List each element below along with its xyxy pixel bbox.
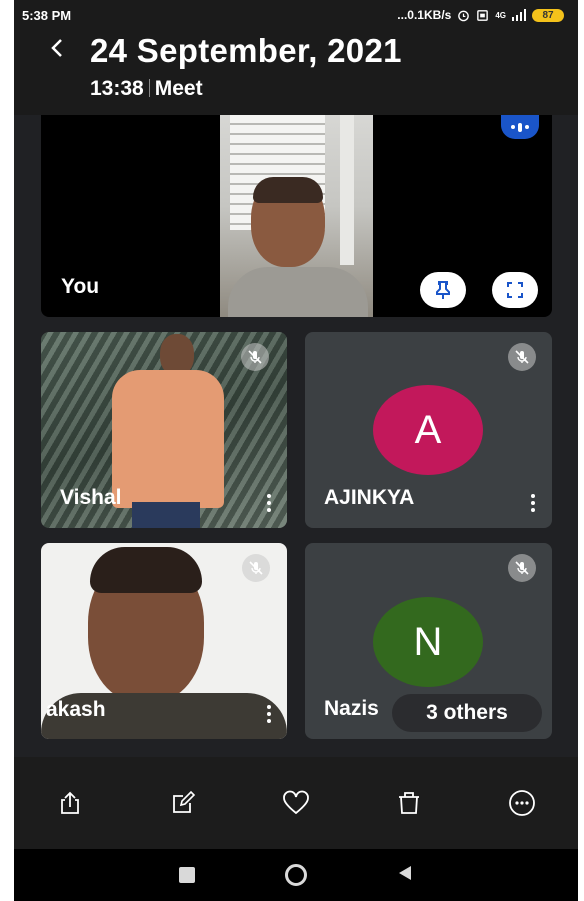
more-options-icon[interactable] bbox=[531, 494, 535, 512]
participant-tile-vishal[interactable]: Vishal bbox=[41, 332, 287, 528]
mic-off-icon bbox=[515, 350, 529, 364]
edit-icon bbox=[173, 790, 196, 813]
person-hair bbox=[253, 177, 323, 203]
nav-back-button[interactable] bbox=[397, 864, 413, 887]
edit-button[interactable] bbox=[163, 783, 203, 823]
header-bar: 5:38 PM ...0.1KB/s 4G 87 24 September, 2… bbox=[14, 0, 578, 115]
more-horizontal-icon bbox=[508, 790, 535, 816]
share-icon bbox=[61, 791, 80, 814]
participant-name: akash bbox=[46, 698, 106, 721]
capture-time: 13:38 bbox=[90, 77, 144, 100]
person-shirt bbox=[112, 370, 224, 508]
participant-name: You bbox=[61, 275, 100, 298]
signal-type: 4G bbox=[495, 10, 506, 20]
person-jeans bbox=[132, 502, 200, 528]
fullscreen-button[interactable] bbox=[492, 272, 538, 308]
status-icons: ...0.1KB/s 4G 87 bbox=[397, 8, 564, 22]
phone-screen: 5:38 PM ...0.1KB/s 4G 87 24 September, 2… bbox=[14, 0, 578, 901]
participant-tile-akash[interactable]: akash bbox=[41, 543, 287, 739]
back-button[interactable] bbox=[50, 34, 64, 66]
delete-button[interactable] bbox=[389, 783, 429, 823]
page-title: 24 September, 2021 bbox=[90, 32, 402, 69]
mic-off-icon bbox=[249, 561, 263, 575]
avatar: N bbox=[373, 597, 483, 687]
trash-icon bbox=[398, 792, 419, 814]
person-hair bbox=[90, 547, 202, 593]
participant-tile-others[interactable]: N Nazis 3 others bbox=[305, 543, 552, 739]
status-time: 5:38 PM bbox=[22, 8, 72, 23]
others-count-chip[interactable]: 3 others bbox=[392, 694, 542, 732]
page-subtitle: 13:38 Meet bbox=[90, 77, 203, 101]
network-speed: ...0.1KB/s bbox=[397, 8, 452, 22]
sim-icon bbox=[477, 9, 489, 21]
more-button[interactable] bbox=[502, 783, 542, 823]
divider bbox=[148, 79, 150, 97]
system-nav-bar bbox=[14, 849, 578, 901]
bottom-toolbar bbox=[14, 757, 578, 849]
mic-off-badge bbox=[242, 554, 270, 582]
recents-button[interactable] bbox=[179, 867, 195, 883]
mic-off-badge bbox=[241, 343, 269, 371]
fullscreen-icon bbox=[507, 282, 523, 298]
mic-off-icon bbox=[515, 561, 529, 575]
battery-icon: 87 bbox=[532, 8, 564, 22]
pin-icon bbox=[436, 281, 450, 299]
avatar: A bbox=[373, 385, 483, 475]
heart-icon bbox=[283, 790, 309, 815]
more-options-icon[interactable] bbox=[267, 705, 271, 723]
window-edge bbox=[340, 115, 354, 265]
mic-off-icon bbox=[248, 350, 262, 364]
participant-name: AJINKYA bbox=[324, 486, 415, 509]
voice-activity-indicator bbox=[501, 115, 539, 139]
chevron-left-icon bbox=[51, 39, 62, 57]
share-button[interactable] bbox=[50, 783, 90, 823]
mic-off-badge bbox=[508, 554, 536, 582]
self-tile[interactable]: You bbox=[41, 115, 552, 317]
pin-button[interactable] bbox=[420, 272, 466, 308]
mic-off-badge bbox=[508, 343, 536, 371]
participant-tile-ajinkya[interactable]: A AJINKYA bbox=[305, 332, 552, 528]
self-video bbox=[220, 115, 373, 317]
participant-name: Vishal bbox=[60, 486, 122, 509]
app-name: Meet bbox=[154, 77, 203, 100]
participant-name: Nazis bbox=[324, 697, 379, 720]
triangle-back-icon bbox=[399, 865, 411, 880]
favorite-button[interactable] bbox=[276, 783, 316, 823]
person-body bbox=[228, 267, 368, 317]
home-button[interactable] bbox=[285, 864, 307, 886]
alarm-icon bbox=[458, 10, 470, 21]
signal-icon bbox=[512, 9, 526, 21]
more-options-icon[interactable] bbox=[267, 494, 271, 512]
